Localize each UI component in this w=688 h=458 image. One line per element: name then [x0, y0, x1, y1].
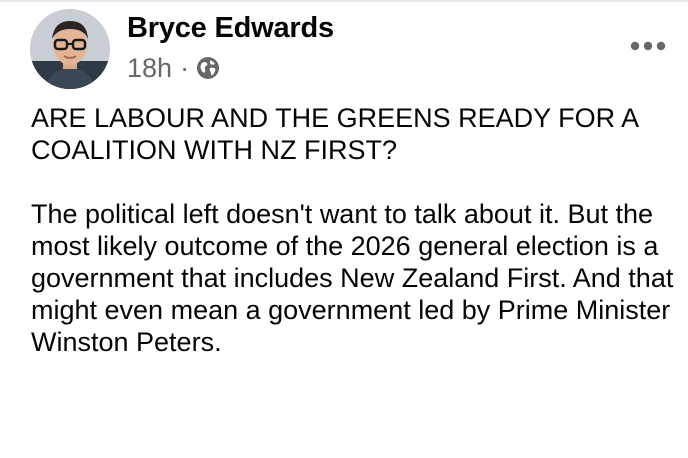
- meta-separator: ·: [180, 52, 190, 83]
- post-headline: ARE LABOUR AND THE GREENS READY FOR A CO…: [31, 103, 638, 165]
- globe-icon[interactable]: [195, 55, 221, 81]
- post-body: The political left doesn't want to talk …: [31, 199, 674, 357]
- post-timestamp[interactable]: 18h: [127, 53, 172, 84]
- more-options-icon: [630, 41, 666, 51]
- avatar[interactable]: [30, 9, 110, 89]
- post-content: ARE LABOUR AND THE GREENS READY FOR A CO…: [31, 102, 681, 358]
- more-options-button[interactable]: [626, 32, 670, 60]
- avatar-image: [30, 9, 110, 89]
- top-divider: [0, 0, 688, 2]
- post-meta: 18h ·: [127, 52, 221, 84]
- author-name[interactable]: Bryce Edwards: [127, 12, 334, 45]
